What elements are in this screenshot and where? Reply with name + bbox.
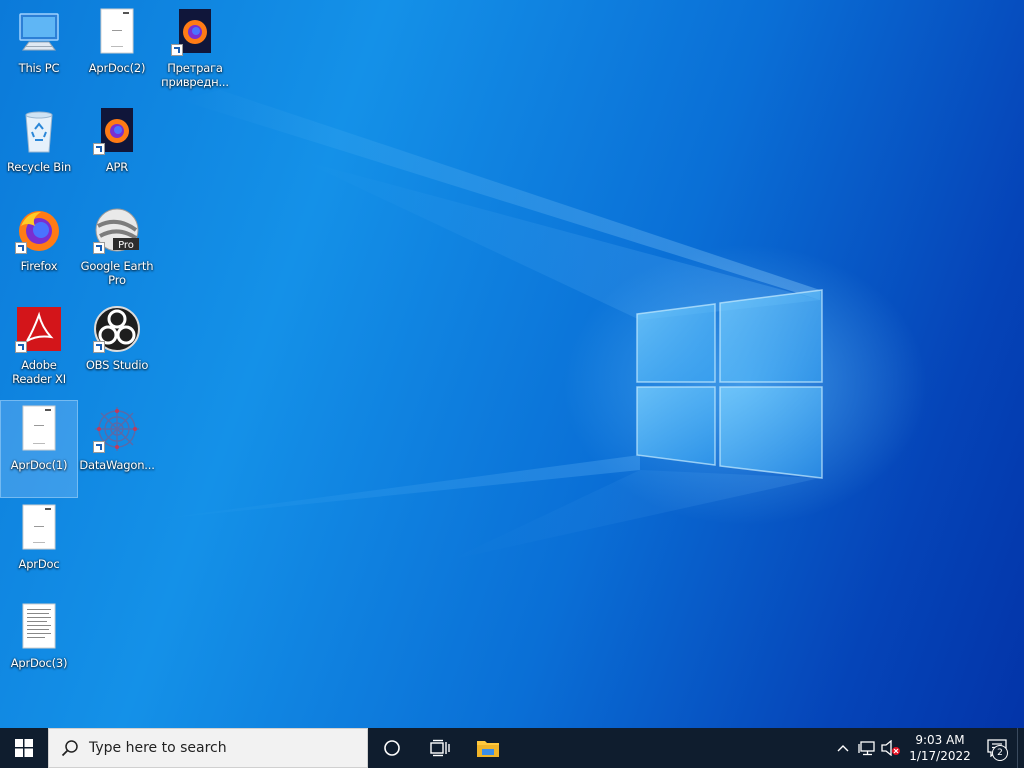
- desktop-icon-label: Adobe Reader XI: [12, 358, 66, 386]
- desktop-icon-firefox[interactable]: Firefox: [1, 202, 77, 298]
- cortana-circle-icon: [384, 740, 400, 756]
- shortcut-arrow-icon: [93, 341, 105, 353]
- document-icon: [93, 8, 141, 56]
- google-earth-pro-badge: Pro: [118, 240, 134, 251]
- search-icon: [61, 740, 78, 757]
- network-button[interactable]: [855, 728, 879, 768]
- adobe-reader-icon: [15, 305, 63, 353]
- show-hidden-icons-button[interactable]: [831, 728, 855, 768]
- task-view-button[interactable]: [416, 728, 464, 768]
- desktop-icon-apr[interactable]: APR: [79, 103, 155, 199]
- clock[interactable]: 9:03 AM 1/17/2022: [903, 728, 977, 768]
- shortcut-arrow-icon: [93, 441, 105, 453]
- desktop-icon-label: AprDoc: [18, 557, 60, 571]
- datawagon-icon: [93, 405, 141, 453]
- desktop-icon-label: Претрага привредн...: [161, 61, 229, 89]
- desktop-icon-label: AprDoc(2): [88, 61, 146, 75]
- obs-icon: [93, 305, 141, 353]
- desktop-icon-label: Google Earth Pro: [80, 259, 154, 287]
- desktop-icon-label: OBS Studio: [85, 358, 149, 372]
- desktop-icon-google-earth-pro[interactable]: Pro Google Earth Pro: [79, 202, 155, 298]
- clock-time: 9:03 AM: [915, 733, 965, 747]
- document-icon: [15, 603, 63, 651]
- google-earth-icon: Pro: [93, 206, 141, 254]
- desktop-icon-obs-studio[interactable]: OBS Studio: [79, 301, 155, 397]
- cortana-button[interactable]: [368, 728, 416, 768]
- desktop-icon-label: DataWagon...: [79, 458, 155, 472]
- desktop-icon-label: APR: [105, 160, 129, 174]
- taskbar-search-box[interactable]: Type here to search: [48, 728, 368, 768]
- document-icon: [15, 504, 63, 552]
- clock-date: 1/17/2022: [909, 749, 971, 763]
- shortcut-arrow-icon: [15, 341, 27, 353]
- taskbar: Type here to search 9:03 AM 1/17/2022 2: [0, 728, 1024, 768]
- desktop-icon-label: Recycle Bin: [6, 160, 72, 174]
- recycle-bin-icon: [15, 107, 63, 155]
- document-icon: [15, 405, 63, 453]
- file-explorer-button[interactable]: [464, 728, 512, 768]
- desktop-icon-recycle-bin[interactable]: Recycle Bin: [1, 103, 77, 199]
- volume-button[interactable]: [879, 728, 903, 768]
- shortcut-arrow-icon: [93, 143, 105, 155]
- desktop-icon-aprdoc[interactable]: AprDoc: [1, 500, 77, 596]
- firefox-dark-icon: [93, 107, 141, 155]
- desktop-icon-pretraga[interactable]: Претрага привредн...: [157, 4, 233, 100]
- desktop-icon-label: Firefox: [20, 259, 58, 273]
- start-button[interactable]: [0, 728, 48, 768]
- chevron-up-icon: [837, 745, 849, 752]
- desktop-icon-this-pc[interactable]: This PC: [1, 4, 77, 100]
- volume-muted-icon: [881, 740, 900, 756]
- shortcut-arrow-icon: [15, 242, 27, 254]
- desktop[interactable]: This PC Recycle Bin Firefox Adobe Reader…: [0, 0, 1024, 728]
- shortcut-arrow-icon: [171, 44, 183, 56]
- desktop-icon-aprdoc-1[interactable]: AprDoc(1): [0, 400, 78, 498]
- notification-count-badge: 2: [992, 745, 1008, 761]
- network-icon: [858, 741, 875, 756]
- task-view-icon: [430, 739, 450, 757]
- desktop-icon-datawagon[interactable]: DataWagon...: [79, 401, 155, 497]
- show-desktop-button[interactable]: [1017, 728, 1024, 768]
- windows-start-icon: [15, 739, 33, 757]
- desktop-icon-label: AprDoc(3): [10, 656, 68, 670]
- action-center-button[interactable]: 2: [977, 728, 1017, 768]
- search-placeholder: Type here to search: [89, 740, 227, 756]
- system-tray: 9:03 AM 1/17/2022 2: [831, 728, 1024, 768]
- desktop-icon-adobe-reader[interactable]: Adobe Reader XI: [1, 301, 77, 397]
- desktop-icon-label: This PC: [18, 61, 60, 75]
- desktop-icon-aprdoc-3[interactable]: AprDoc(3): [1, 599, 77, 695]
- file-explorer-icon: [477, 741, 499, 757]
- this-pc-icon: [15, 8, 63, 56]
- firefox-icon: [15, 206, 63, 254]
- shortcut-arrow-icon: [93, 242, 105, 254]
- firefox-dark-icon: [171, 8, 219, 56]
- desktop-icon-label: AprDoc(1): [10, 458, 68, 472]
- desktop-icon-aprdoc-2[interactable]: AprDoc(2): [79, 4, 155, 100]
